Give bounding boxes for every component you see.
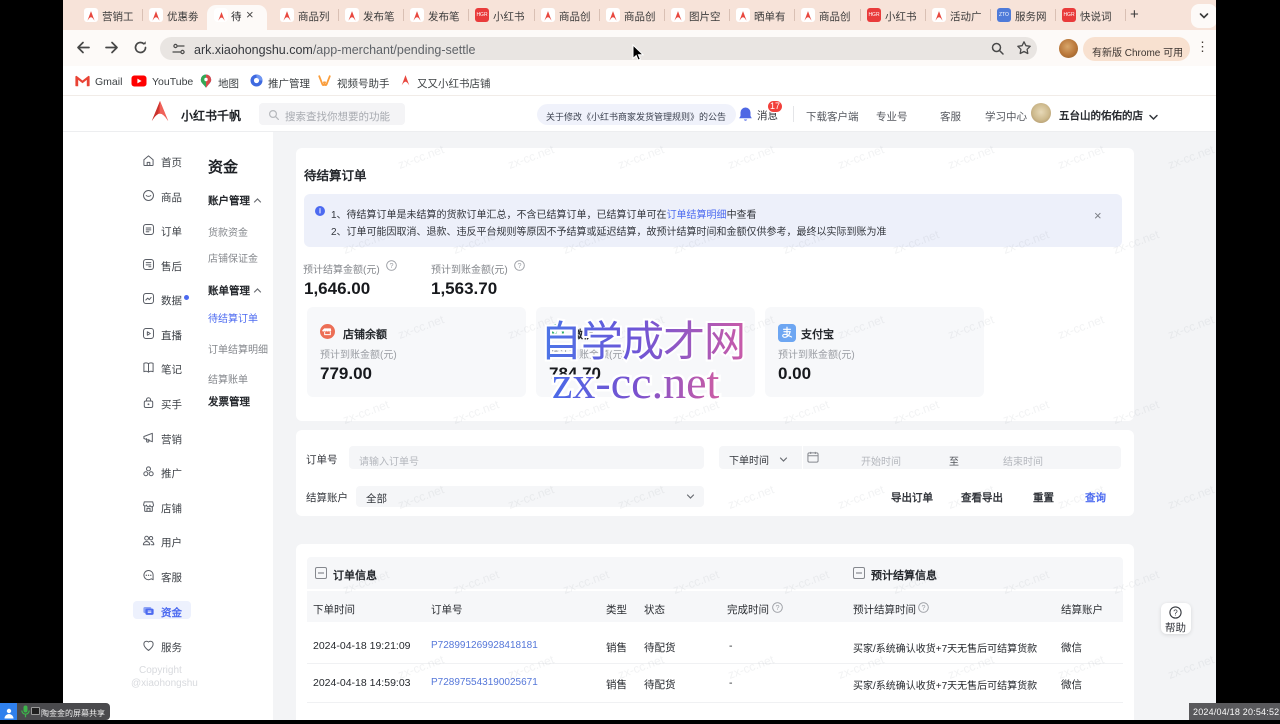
svg-text:?: ? — [922, 603, 926, 612]
svg-text:zx-cc.net: zx-cc.net — [552, 357, 719, 408]
svg-text:?: ? — [390, 261, 394, 270]
svg-text:?: ? — [776, 603, 780, 612]
svg-text:?: ? — [518, 261, 522, 270]
svg-text:?: ? — [1173, 608, 1178, 617]
